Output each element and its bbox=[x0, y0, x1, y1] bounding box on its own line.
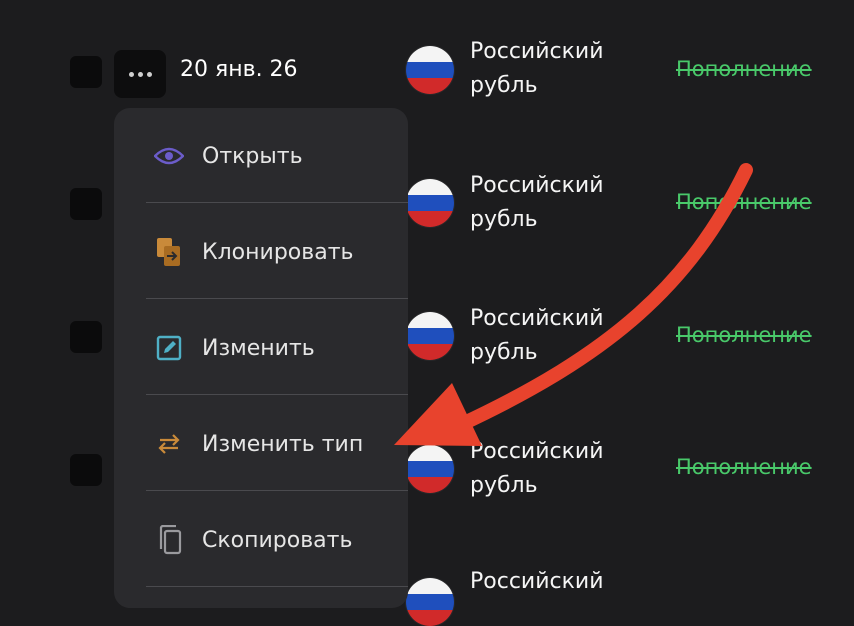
menu-item-edit[interactable]: Изменить bbox=[114, 300, 408, 396]
currency-name: Российский рубль bbox=[470, 39, 604, 98]
row-checkbox[interactable] bbox=[70, 56, 102, 88]
menu-item-clone[interactable]: Клонировать bbox=[114, 204, 408, 300]
menu-item-copy[interactable]: Скопировать bbox=[114, 492, 408, 588]
menu-item-open[interactable]: Открыть bbox=[114, 108, 408, 204]
menu-divider bbox=[146, 298, 408, 299]
menu-item-label: Изменить bbox=[202, 335, 315, 361]
menu-divider bbox=[146, 202, 408, 203]
more-dots-icon bbox=[128, 71, 152, 77]
russia-flag-icon bbox=[406, 578, 454, 626]
transaction-type: Пополнение bbox=[676, 455, 812, 479]
context-menu: Открыть Клонировать Изменить Изменить ти… bbox=[114, 108, 408, 608]
transaction-type: Пополнение bbox=[676, 190, 812, 214]
row-checkbox[interactable] bbox=[70, 321, 102, 353]
menu-item-label: Клонировать bbox=[202, 239, 354, 265]
currency-name: Российский рубль bbox=[470, 306, 604, 365]
eye-icon bbox=[154, 141, 184, 171]
transaction-type: Пополнение bbox=[676, 57, 812, 81]
currency-name: Российский рубль bbox=[470, 439, 604, 498]
russia-flag-icon bbox=[406, 312, 454, 360]
menu-item-change-type[interactable]: Изменить тип bbox=[114, 396, 408, 492]
menu-item-label: Скопировать bbox=[202, 527, 353, 553]
menu-divider bbox=[146, 490, 408, 491]
row-date: 20 янв. 26 bbox=[180, 57, 298, 82]
edit-icon bbox=[154, 333, 184, 363]
row-checkbox[interactable] bbox=[70, 188, 102, 220]
swap-arrows-icon bbox=[154, 429, 184, 459]
transaction-type: Пополнение bbox=[676, 323, 812, 347]
currency-name: Российский рубль bbox=[470, 173, 604, 232]
copy-icon bbox=[154, 525, 184, 555]
menu-divider bbox=[146, 586, 408, 587]
currency-name: Российский bbox=[470, 569, 604, 594]
clone-icon bbox=[154, 237, 184, 267]
menu-item-label: Открыть bbox=[202, 143, 303, 169]
russia-flag-icon bbox=[406, 46, 454, 94]
russia-flag-icon bbox=[406, 445, 454, 493]
more-actions-button[interactable] bbox=[114, 50, 166, 98]
row-checkbox[interactable] bbox=[70, 454, 102, 486]
russia-flag-icon bbox=[406, 179, 454, 227]
menu-divider bbox=[146, 394, 408, 395]
menu-item-label: Изменить тип bbox=[202, 431, 364, 457]
